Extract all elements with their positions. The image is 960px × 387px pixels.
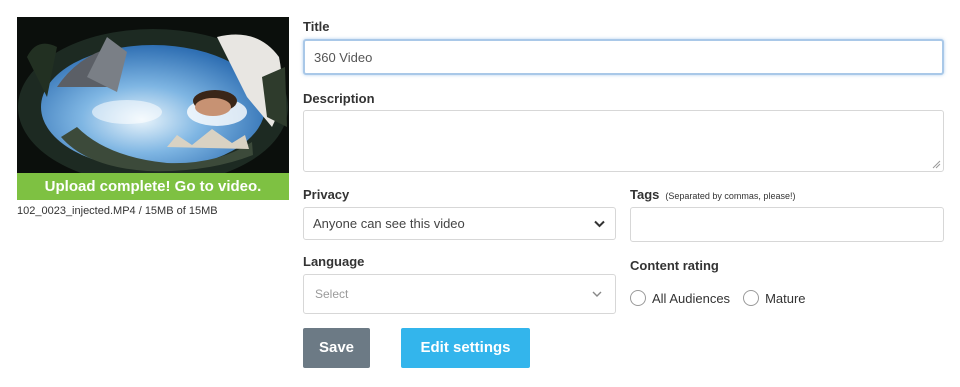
title-label: Title xyxy=(303,19,330,34)
video-thumbnail[interactable] xyxy=(17,17,289,173)
tags-hint: (Separated by commas, please!) xyxy=(665,191,796,201)
radio-label-all-audiences: All Audiences xyxy=(652,290,731,306)
resize-grip-icon[interactable] xyxy=(932,160,941,169)
edit-settings-button[interactable]: Edit settings xyxy=(401,328,530,368)
content-rating-label: Content rating xyxy=(630,258,719,273)
video-preview-image xyxy=(17,17,289,173)
upload-complete-link[interactable]: Upload complete! Go to video. xyxy=(17,173,289,200)
tags-label: Tags (Separated by commas, please!) xyxy=(630,187,795,202)
radio-circle[interactable] xyxy=(630,290,646,306)
tags-input[interactable] xyxy=(630,207,944,242)
language-label: Language xyxy=(303,254,365,269)
radio-all-audiences[interactable]: All Audiences xyxy=(630,290,730,306)
file-info: 102_0023_injected.MP4 / 15MB of 15MB xyxy=(17,205,218,217)
radio-mature[interactable]: Mature xyxy=(743,290,806,306)
title-input[interactable]: 360 Video xyxy=(303,39,944,75)
radio-circle[interactable] xyxy=(743,290,760,306)
save-button[interactable]: Save xyxy=(303,328,370,368)
chevron-down-icon xyxy=(592,291,602,297)
language-placeholder: Select xyxy=(315,287,349,301)
language-select[interactable]: Select xyxy=(303,274,616,314)
radio-label-mature: Mature xyxy=(765,290,806,306)
description-label: Description xyxy=(303,91,375,106)
tags-label-text: Tags xyxy=(630,187,660,202)
chevron-down-icon xyxy=(594,220,605,227)
privacy-label: Privacy xyxy=(303,187,350,202)
description-textarea[interactable] xyxy=(303,110,944,172)
content-rating-radio-group: All Audiences Mature xyxy=(630,290,806,306)
privacy-selected-value: Anyone can see this video xyxy=(313,216,465,231)
privacy-select[interactable]: Anyone can see this video xyxy=(303,207,616,240)
